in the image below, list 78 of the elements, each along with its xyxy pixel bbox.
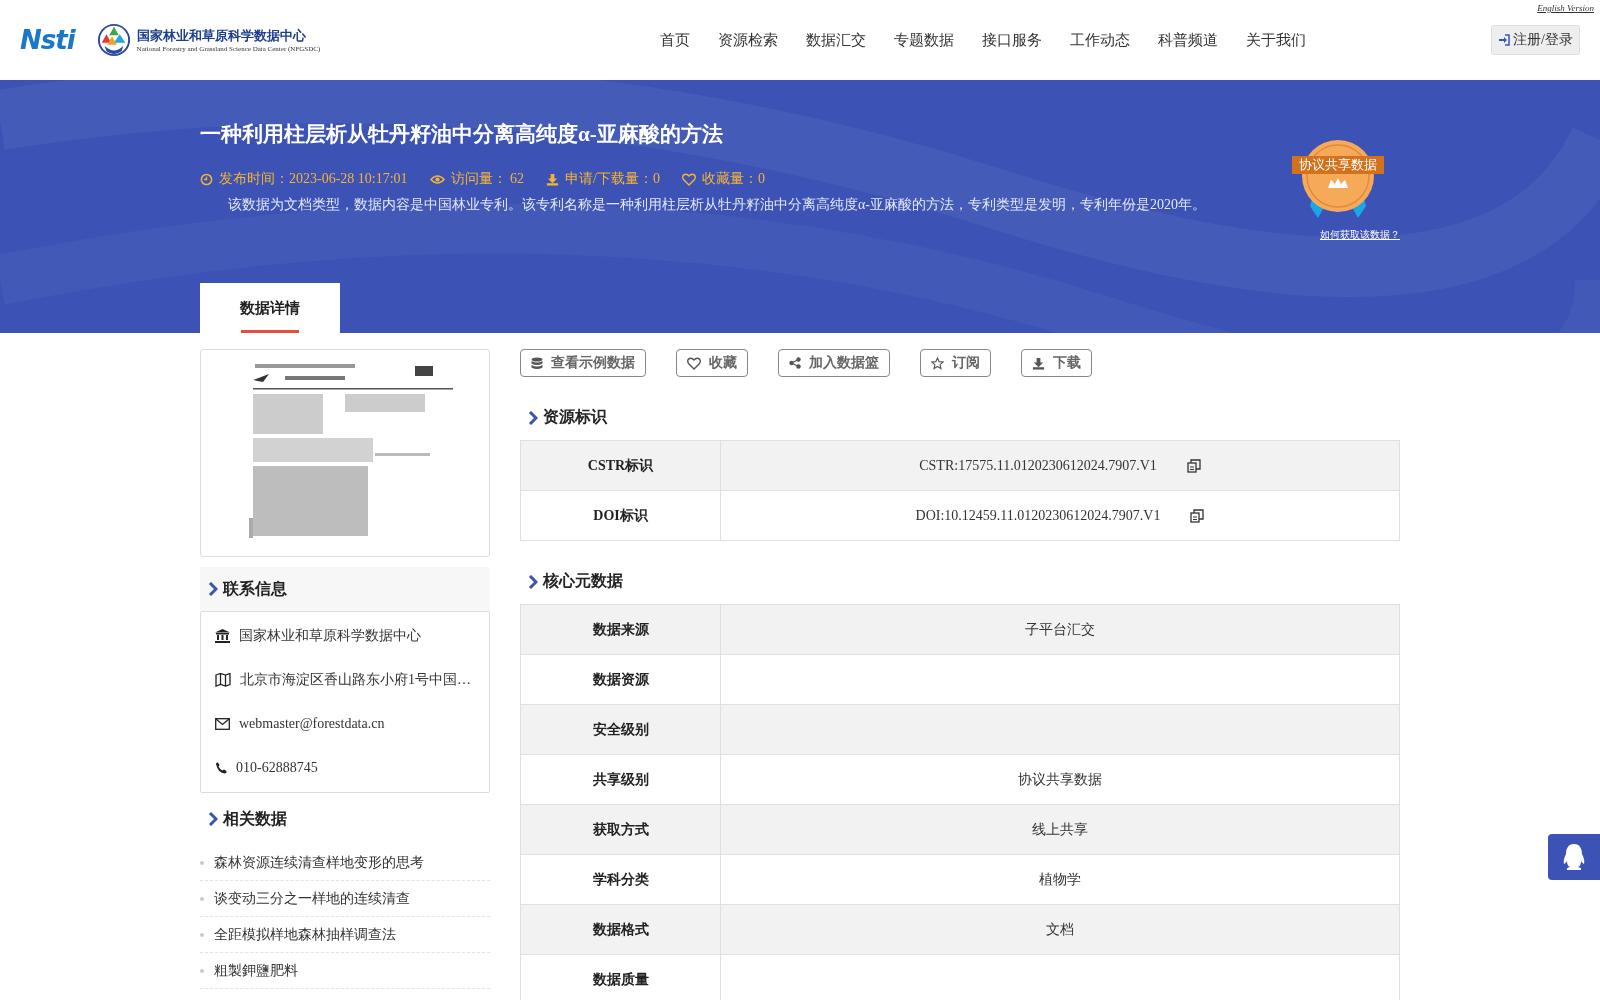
chat-button[interactable] [1548, 834, 1600, 880]
clock-icon [200, 172, 213, 186]
contact-text: webmaster@forestdata.cn [239, 716, 385, 732]
table-header-cell: 数据来源 [521, 605, 721, 654]
sign-in-icon [1498, 34, 1511, 46]
section-title: 核心元数据 [543, 571, 623, 591]
nsti-logo: Nsti [20, 25, 75, 55]
meta-text: 访问量： 62 [450, 170, 525, 188]
database-icon [531, 356, 543, 370]
section-title: 联系信息 [223, 578, 287, 599]
table-cell-text: 协议共享数据 [1017, 770, 1103, 789]
table-header-cell: 学科分类 [521, 855, 721, 904]
action-button[interactable]: 订阅 [920, 349, 991, 377]
action-button[interactable]: 加入数据篮 [778, 349, 890, 377]
download-icon [546, 172, 560, 186]
eye-icon [429, 173, 445, 185]
meta-text: 申请/下载量：0 [565, 170, 660, 188]
download-icon [1032, 356, 1045, 370]
login-button[interactable]: 注册/登录 [1491, 25, 1580, 55]
table-header-cell: 数据格式 [521, 905, 721, 954]
action-button[interactable]: 收藏 [676, 349, 748, 377]
share-icon [789, 357, 801, 369]
center-name: 国家林业和草原科学数据中心 [136, 27, 307, 45]
contact-text: 010-62888745 [236, 760, 318, 776]
tab[interactable]: 数据详情 [200, 283, 340, 333]
phone-icon [215, 762, 227, 774]
star-icon [931, 356, 944, 370]
english-version-link[interactable]: English Version [1537, 3, 1594, 13]
section-title: 相关数据 [223, 808, 287, 829]
meta-text: 收藏量：0 [702, 170, 765, 188]
how-to-get-link[interactable]: 如何获取该数据？ [1320, 228, 1400, 242]
table-header-cell: 获取方式 [521, 805, 721, 854]
table-header-cell: 共享级别 [521, 755, 721, 804]
contact-text: 北京市海淀区香山路东小府1号中国… [240, 671, 471, 689]
nav-link[interactable]: 接口服务 [968, 30, 1056, 50]
identifier-text: DOI:10.12459.11.0120230612024.7907.V1 [915, 507, 1161, 524]
nav-link[interactable]: 资源检索 [704, 30, 792, 50]
identifier-text: CSTR:17575.11.0120230612024.7907.V1 [919, 457, 1157, 474]
heart-icon [687, 356, 701, 370]
copy-icon[interactable] [1190, 508, 1205, 523]
action-button[interactable]: 查看示例数据 [520, 349, 646, 377]
table-header-cell: DOI标识 [521, 491, 721, 540]
table-header-cell: 数据质量 [521, 955, 721, 1000]
table-cell-text: 文档 [1045, 920, 1075, 939]
nav-link[interactable]: 首页 [646, 30, 704, 50]
envelope-icon [215, 718, 230, 730]
action-button[interactable]: 下载 [1021, 349, 1092, 377]
badge-label: 协议共享数据 [1292, 156, 1384, 174]
chevron-icon [208, 812, 218, 826]
nav-link[interactable]: 专题数据 [880, 30, 968, 50]
table-header-cell: 数据资源 [521, 655, 721, 704]
chevron-icon [528, 410, 538, 425]
table-cell-text: 子平台汇交 [1024, 620, 1096, 639]
bank-icon [215, 629, 230, 643]
heart-icon [682, 172, 696, 186]
contact-text: 国家林业和草原科学数据中心 [239, 627, 421, 645]
section-title: 资源标识 [543, 407, 607, 427]
nav-link[interactable]: 科普频道 [1144, 30, 1232, 50]
related-dataset-link[interactable]: 森林资源连续清查样地变形的思考 [214, 853, 424, 872]
table-cell-text: 植物学 [1038, 870, 1082, 889]
chevron-icon [208, 582, 218, 596]
related-dataset-link[interactable]: 谈变动三分之一样地的连续清查 [214, 889, 410, 908]
nav-link[interactable]: 关于我们 [1232, 30, 1320, 50]
triangles-emblem-icon [96, 23, 131, 57]
related-dataset-link[interactable]: 粗製鉀鹽肥料 [214, 961, 298, 980]
table-header-cell: 安全级别 [521, 705, 721, 754]
meta-text: 发布时间：2023-06-28 10:17:01 [219, 170, 408, 188]
chevron-icon [528, 574, 538, 589]
copy-icon[interactable] [1186, 458, 1201, 473]
dataset-title: 一种利用柱层析从牡丹籽油中分离高纯度α-亚麻酸的方法 [200, 121, 724, 148]
table-cell-text: 线上共享 [1031, 820, 1089, 839]
nav-link[interactable]: 数据汇交 [792, 30, 880, 50]
map-icon [215, 673, 231, 687]
table-header-cell: CSTR标识 [521, 441, 721, 490]
related-dataset-link[interactable]: 全距模拟样地森林抽样调查法 [214, 925, 396, 944]
nav-link[interactable]: 工作动态 [1056, 30, 1144, 50]
penguin-icon [1561, 843, 1587, 871]
dataset-description: 该数据为文档类型，数据内容是中国林业专利。该专利名称是一种利用柱层析从牡丹籽油中分离高纯度α-亚麻酸的方法，专利类型是发明，专利年份是2020年。 [228, 196, 1207, 214]
